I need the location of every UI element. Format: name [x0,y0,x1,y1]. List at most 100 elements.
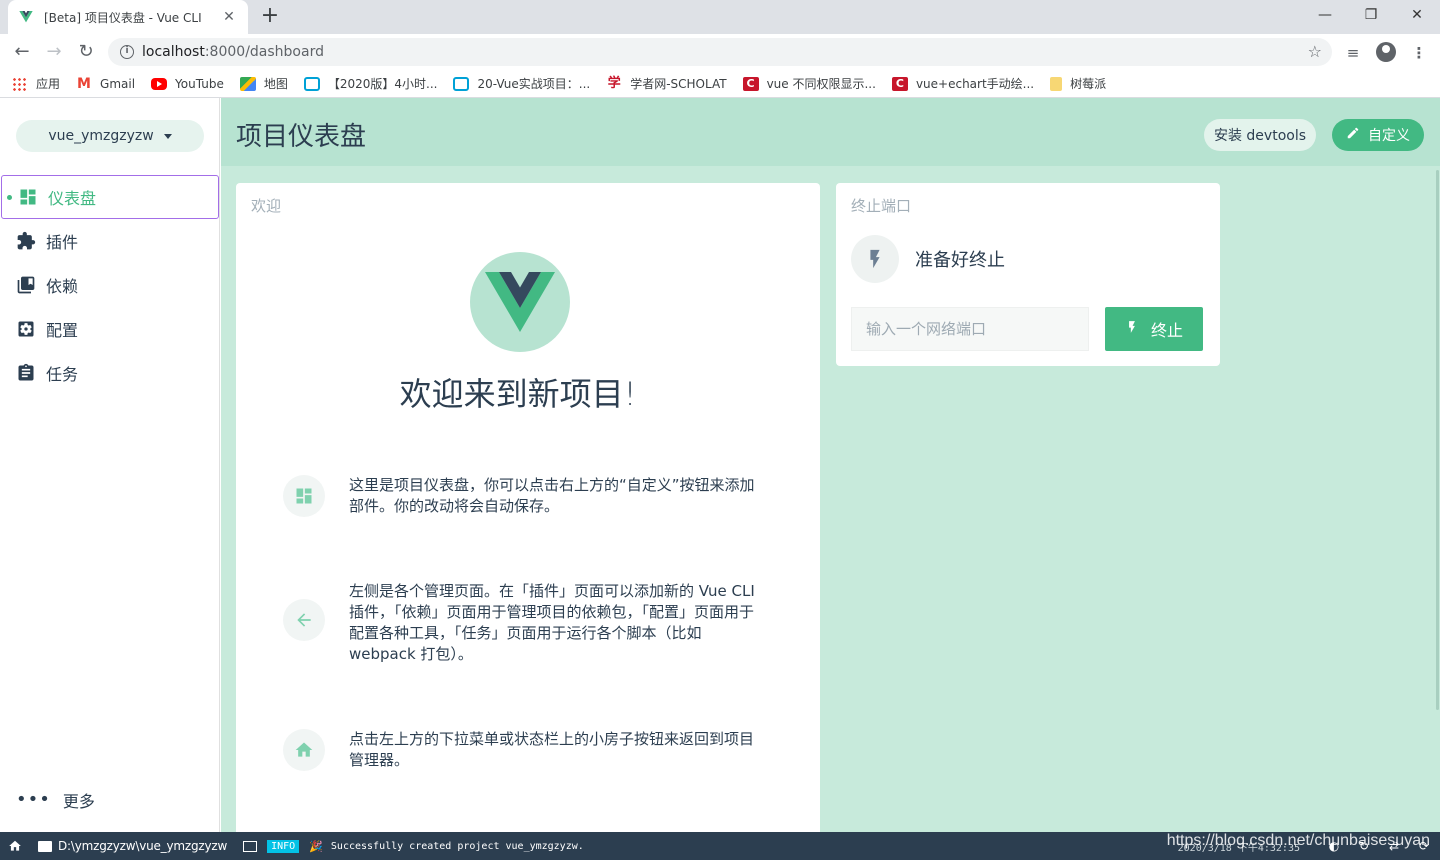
chevron-down-icon [163,133,172,139]
log-message: Successfully created project vue_ymzgzyz… [330,840,584,852]
browser-tab[interactable]: [Beta] 项目仪表盘 - Vue CLI ✕ [8,0,248,34]
assignment-icon [16,363,36,383]
home-icon[interactable] [0,839,30,853]
scrollbar[interactable] [1436,170,1439,710]
address-bar[interactable]: i localhost:8000/dashboard ☆ [108,38,1332,66]
profile-avatar-icon[interactable] [1376,42,1396,62]
browser-toolbar: ← → ↻ i localhost:8000/dashboard ☆ ≡ ⋮ [0,34,1440,70]
tab-close-icon[interactable]: ✕ [220,9,238,25]
console-icon [243,840,258,852]
project-name: vue_ymzgzyzw [48,128,154,144]
kill-label: 终止 [1150,321,1183,340]
bookmark-bilibili-1[interactable]: 【2020版】4小时... [303,75,437,92]
reading-list-icon[interactable]: ≡ [1342,42,1364,64]
bookmarks-bar: 应用 M Gmail YouTube 地图 【2020版】4小时... 20-V… [0,70,1440,98]
more-dots-icon: ••• [16,789,51,810]
sidebar-item-dashboard[interactable]: 仪表盘 [1,175,219,219]
minimize-button[interactable]: — [1302,0,1348,30]
tip-text: 左侧是各个管理页面。在「插件」页面可以添加新的 Vue CLI 插件，「依赖」页… [349,582,755,663]
log-entry[interactable]: INFO 🎉 Successfully created project vue_… [243,839,584,853]
kill-port-widget: 终止端口 准备好终止 终止 [836,183,1220,366]
folder-icon [38,840,52,852]
arrow-left-icon [283,599,325,641]
page-title: 项目仪表盘 [236,122,367,152]
sidebar-item-label: 仪表盘 [48,189,97,208]
pencil-icon [1346,126,1360,144]
dashboard-icon [283,475,325,517]
vue-logo-icon [470,252,570,352]
tip-text: 点击左上方的下拉菜单或状态栏上的小房子按钮来返回到项目管理器。 [349,730,755,769]
log-level-badge: INFO [267,839,300,853]
customize-label: 自定义 [1368,128,1410,144]
welcome-heading: 欢迎来到新项目! [399,375,637,413]
bookmark-bilibili-2[interactable]: 20-Vue实战项目：... [453,75,590,92]
back-icon[interactable]: ← [10,40,34,64]
sidebar-item-configuration[interactable]: 配置 [0,307,220,351]
tip-item: 左侧是各个管理页面。在「插件」页面可以添加新的 Vue CLI 插件，「依赖」页… [283,581,763,665]
tip-text: 这里是项目仪表盘，你可以点击右上方的“自定义”按钮来添加部件。你的改动将会自动保… [349,476,755,515]
restore-button[interactable]: ❐ [1348,0,1394,30]
sidebar-item-plugins[interactable]: 插件 [0,219,220,263]
more-button[interactable]: ••• 更多 [16,788,95,812]
more-label: 更多 [62,792,95,811]
install-devtools-button[interactable]: 安装 devtools [1204,119,1316,151]
apps-grid-icon [12,76,28,91]
page-header: 项目仪表盘 安装 devtools 自定义 [221,98,1440,166]
status-text: 准备好终止 [915,250,1005,271]
sidebar: vue_ymzgzyzw 仪表盘 插件 依赖 配置 任务 ••• 更多 [0,98,220,832]
widget-title: 欢迎 [251,197,282,215]
tip-item: 这里是项目仪表盘，你可以点击右上方的“自定义”按钮来添加部件。你的改动将会自动保… [283,475,763,517]
reload-icon[interactable]: ↻ [74,40,98,64]
sidebar-item-label: 配置 [46,321,79,340]
sidebar-item-dependencies[interactable]: 依赖 [0,263,220,307]
csdn-icon: C [742,76,759,91]
library-icon [16,275,36,295]
scholat-icon: 学 [607,75,621,91]
watermark: https://blog.csdn.net/chunbaisesuyan [1166,832,1430,849]
bookmark-folder[interactable]: 树莓派 [1050,75,1106,92]
bookmark-youtube[interactable]: YouTube [151,77,224,91]
url-text[interactable]: localhost:8000/dashboard [142,44,324,60]
vue-favicon-icon [19,11,33,23]
sidebar-nav: 仪表盘 插件 依赖 配置 任务 [0,175,220,395]
bookmark-apps[interactable]: 应用 [12,75,60,92]
bookmark-maps[interactable]: 地图 [239,75,288,92]
customize-button[interactable]: 自定义 [1332,119,1424,151]
path-text: D:\ymzgzyzw\vue_ymzgzyzw [58,839,228,853]
forward-icon[interactable]: → [42,40,66,64]
csdn-icon: C [891,76,908,91]
port-input[interactable] [851,307,1089,351]
bookmark-scholat[interactable]: 学 学者网-SCHOLAT [606,75,727,92]
lightning-icon [851,235,899,283]
browser-tabbar: [Beta] 项目仪表盘 - Vue CLI ✕ + — ❐ ✕ [0,0,1440,34]
main-area: 项目仪表盘 安装 devtools 自定义 欢迎 欢迎来到新项目! 这里是项目仪… [221,98,1440,832]
puzzle-icon [16,231,36,251]
sidebar-item-label: 插件 [46,233,79,252]
welcome-widget: 欢迎 欢迎来到新项目! 这里是项目仪表盘，你可以点击右上方的“自定义”按钮来添加… [236,183,820,832]
tip-item: 点击左上方的下拉菜单或状态栏上的小房子按钮来返回到项目管理器。 [283,729,763,771]
kill-status: 准备好终止 [851,235,1005,283]
bookmark-csdn-1[interactable]: C vue 不同权限显示... [742,75,876,92]
bilibili-icon [303,76,320,91]
maps-icon [239,76,256,91]
kill-button[interactable]: 终止 [1105,307,1203,351]
bilibili-icon [453,76,470,91]
youtube-icon [151,77,168,90]
bookmark-star-icon[interactable]: ☆ [1308,42,1322,61]
sidebar-item-label: 依赖 [46,277,79,296]
tab-title: [Beta] 项目仪表盘 - Vue CLI [44,10,202,25]
project-path[interactable]: D:\ymzgzyzw\vue_ymzgzyzw [38,839,227,853]
bookmark-gmail[interactable]: M Gmail [76,77,135,91]
close-window-button[interactable]: ✕ [1394,0,1440,30]
settings-icon [16,319,36,339]
sidebar-item-label: 任务 [46,365,79,384]
project-switcher[interactable]: vue_ymzgzyzw [16,120,204,152]
sidebar-item-tasks[interactable]: 任务 [0,351,220,395]
new-tab-button[interactable]: + [258,4,282,28]
bookmark-csdn-2[interactable]: C vue+echart手动绘... [891,75,1034,92]
home-icon [283,729,325,771]
active-indicator [7,195,12,200]
widget-title: 终止端口 [851,197,912,215]
info-icon[interactable]: i [120,45,134,59]
menu-dots-icon[interactable]: ⋮ [1408,42,1430,64]
